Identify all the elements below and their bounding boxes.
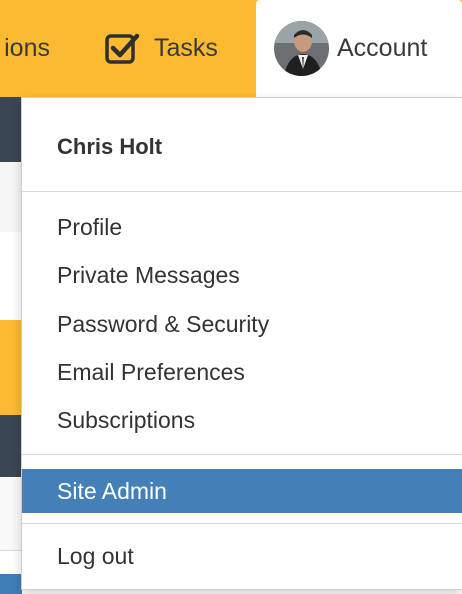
menu-divider xyxy=(22,191,462,192)
nav-item-tasks[interactable]: Tasks xyxy=(104,0,218,97)
menu-item-password-security[interactable]: Password & Security xyxy=(22,304,462,344)
menu-item-log-out[interactable]: Log out xyxy=(22,536,462,576)
nav-item-account[interactable]: Account xyxy=(256,0,462,97)
background-panel-blue xyxy=(0,574,22,594)
account-dropdown-menu: Chris Holt Profile Private Messages Pass… xyxy=(21,97,462,590)
menu-item-email-preferences[interactable]: Email Preferences xyxy=(22,352,462,392)
dropdown-user-name: Chris Holt xyxy=(57,134,163,159)
background-panel-dark-2 xyxy=(0,415,22,477)
background-panel-light xyxy=(0,162,22,233)
background-panel-dark xyxy=(0,97,22,162)
checkbox-checked-icon xyxy=(105,33,140,64)
top-navbar: ions Tasks Account xyxy=(0,0,462,97)
menu-divider xyxy=(22,523,462,524)
background-panel-white xyxy=(0,232,22,320)
menu-item-profile[interactable]: Profile xyxy=(22,207,462,247)
nav-item-partial-label: ions xyxy=(4,34,50,62)
nav-item-account-label: Account xyxy=(337,34,428,62)
nav-item-tasks-label: Tasks xyxy=(154,34,218,62)
nav-item-partial[interactable]: ions xyxy=(0,0,70,97)
menu-item-site-admin[interactable]: Site Admin xyxy=(22,469,462,513)
menu-item-private-messages[interactable]: Private Messages xyxy=(22,255,462,295)
menu-divider xyxy=(22,454,462,455)
background-panel-yellow xyxy=(0,320,22,415)
user-avatar xyxy=(274,21,329,76)
background-panel-light-2 xyxy=(0,477,22,551)
menu-item-subscriptions[interactable]: Subscriptions xyxy=(22,400,462,440)
